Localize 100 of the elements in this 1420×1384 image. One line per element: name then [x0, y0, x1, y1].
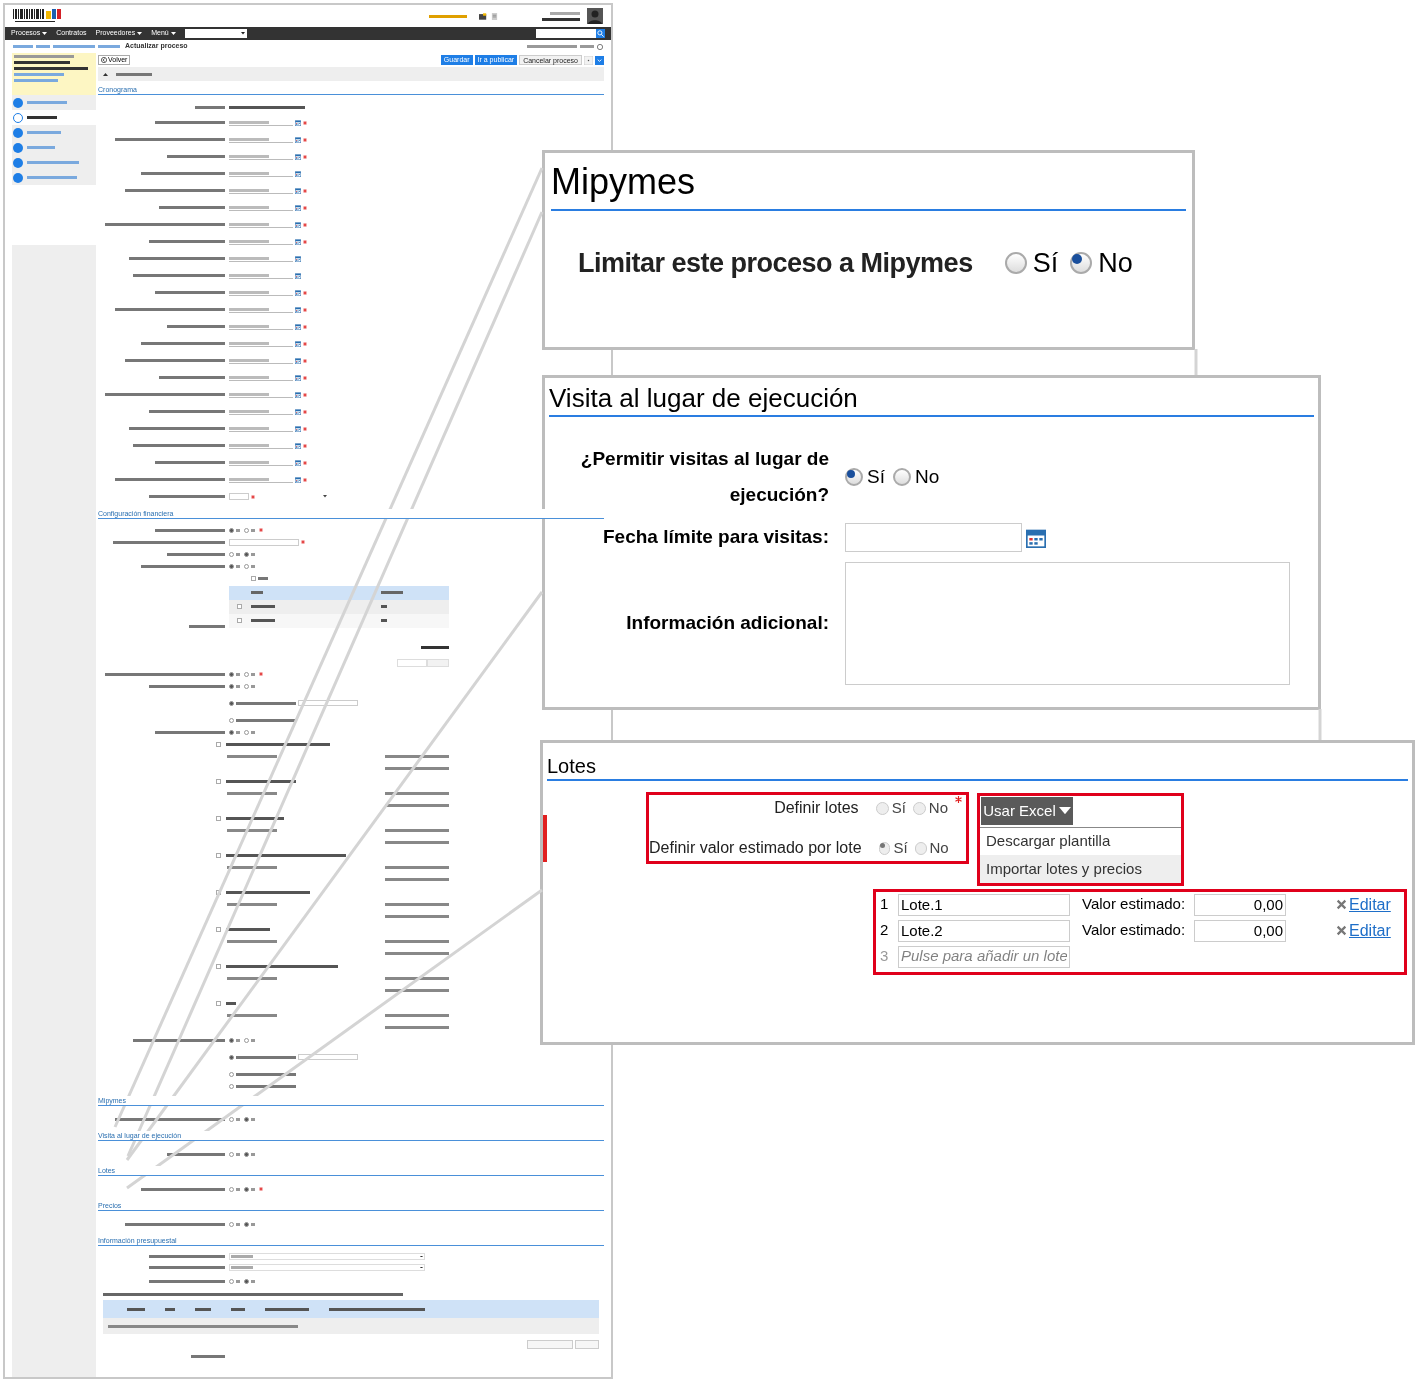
- radio-button[interactable]: [229, 717, 234, 723]
- checkbox[interactable]: [216, 778, 221, 784]
- radio-button[interactable]: [244, 1221, 249, 1227]
- radio-button[interactable]: [244, 1186, 249, 1192]
- radio-button[interactable]: [914, 841, 927, 855]
- calendar-icon[interactable]: [295, 153, 301, 160]
- date-field[interactable]: [845, 523, 1022, 552]
- radio-button[interactable]: [244, 1151, 249, 1157]
- wizard-step[interactable]: [12, 110, 96, 125]
- radio-button[interactable]: [229, 683, 234, 689]
- radio-button[interactable]: [244, 1116, 249, 1122]
- calendar-icon[interactable]: [295, 136, 301, 143]
- date-field[interactable]: [229, 221, 293, 228]
- calendar-icon[interactable]: [295, 187, 301, 194]
- radio-button[interactable]: [229, 1083, 234, 1089]
- radio-button[interactable]: [229, 1054, 234, 1060]
- date-field[interactable]: [229, 408, 293, 415]
- date-field[interactable]: [229, 357, 293, 364]
- avatar-icon[interactable]: [587, 8, 603, 24]
- radio-button[interactable]: [229, 551, 234, 557]
- radio-button[interactable]: [875, 801, 889, 815]
- radio-button[interactable]: [244, 1278, 249, 1284]
- radio-button[interactable]: [244, 1037, 249, 1043]
- value-field[interactable]: 0,00: [1194, 893, 1286, 916]
- checkbox[interactable]: [216, 852, 221, 858]
- radio-button[interactable]: [244, 683, 249, 689]
- calendar-icon[interactable]: [295, 323, 301, 330]
- date-field[interactable]: [229, 323, 293, 330]
- radio-button[interactable]: [912, 801, 926, 815]
- radio-button[interactable]: [1070, 252, 1093, 275]
- goto-select[interactable]: [184, 29, 247, 38]
- edit-link[interactable]: Editar: [1336, 918, 1391, 943]
- value-field[interactable]: 0,00: [1194, 919, 1286, 942]
- number-field[interactable]: [229, 493, 249, 500]
- search-field[interactable]: [536, 29, 596, 38]
- lot-name-field[interactable]: Lote.2: [898, 919, 1070, 942]
- date-field[interactable]: [229, 442, 293, 449]
- radio-button[interactable]: [229, 671, 234, 677]
- radio-button[interactable]: [878, 841, 891, 855]
- notification-icon[interactable]: [479, 12, 487, 20]
- calendar-icon[interactable]: [295, 204, 301, 211]
- radio-button[interactable]: [229, 1116, 234, 1122]
- date-field[interactable]: [229, 119, 293, 126]
- expand-icon[interactable]: [595, 55, 604, 65]
- delete-icon[interactable]: [1336, 925, 1347, 936]
- calendar-icon[interactable]: [295, 272, 301, 279]
- checkbox[interactable]: [216, 815, 221, 821]
- checkbox[interactable]: [237, 618, 242, 623]
- date-field[interactable]: [229, 272, 293, 279]
- date-field[interactable]: [229, 187, 293, 194]
- calendar-icon[interactable]: [295, 170, 301, 177]
- calendar-icon[interactable]: [295, 119, 301, 126]
- calendar-icon[interactable]: [295, 425, 301, 432]
- radio-button[interactable]: [229, 563, 234, 569]
- calendar-icon[interactable]: [295, 374, 301, 381]
- text-area[interactable]: [845, 562, 1290, 685]
- calendar-icon[interactable]: [295, 340, 301, 347]
- checkbox[interactable]: [216, 1000, 221, 1006]
- date-field[interactable]: [229, 476, 293, 483]
- radio-button[interactable]: [1004, 252, 1027, 275]
- delete-icon[interactable]: [1336, 899, 1347, 910]
- radio-button[interactable]: [244, 563, 249, 569]
- percent-field[interactable]: [229, 538, 299, 546]
- calendar-icon[interactable]: [1026, 527, 1046, 548]
- radio-button[interactable]: [244, 527, 249, 533]
- calendar-icon[interactable]: [295, 306, 301, 313]
- input-field[interactable]: [298, 1054, 358, 1060]
- calendar-icon[interactable]: [295, 357, 301, 364]
- calendar-icon[interactable]: [295, 221, 301, 228]
- radio-button[interactable]: [229, 1186, 234, 1192]
- calendar-icon[interactable]: [295, 391, 301, 398]
- checkbox[interactable]: [237, 604, 242, 609]
- date-field[interactable]: [229, 306, 293, 313]
- date-field[interactable]: [229, 289, 293, 296]
- calendar-icon[interactable]: [295, 408, 301, 415]
- radio-button[interactable]: [229, 1151, 234, 1157]
- date-field[interactable]: [229, 425, 293, 432]
- date-field[interactable]: [229, 170, 293, 177]
- date-field[interactable]: [229, 153, 293, 160]
- calendar-icon[interactable]: [295, 289, 301, 296]
- radio-button[interactable]: [229, 1278, 234, 1284]
- dropdown[interactable]: [229, 1253, 425, 1260]
- radio-button[interactable]: [244, 551, 249, 557]
- radio-button[interactable]: [244, 671, 249, 677]
- dropdown[interactable]: [229, 1264, 425, 1271]
- lot-name-field[interactable]: Lote.1: [898, 893, 1070, 916]
- radio-button[interactable]: [229, 729, 234, 735]
- help-icon[interactable]: [597, 43, 603, 50]
- input-field[interactable]: [298, 700, 358, 706]
- menu-item[interactable]: Importar lotes y precios: [980, 855, 1181, 883]
- table-button[interactable]: [397, 658, 427, 667]
- radio-button[interactable]: [244, 729, 249, 735]
- new-lot-field[interactable]: Pulse para añadir un lote: [898, 945, 1070, 968]
- date-field[interactable]: [229, 459, 293, 466]
- date-field[interactable]: [229, 238, 293, 245]
- date-field[interactable]: [229, 136, 293, 143]
- radio-button[interactable]: [845, 468, 863, 486]
- table-button[interactable]: [427, 658, 449, 667]
- search-icon[interactable]: [596, 29, 605, 38]
- document-icon[interactable]: [491, 12, 498, 20]
